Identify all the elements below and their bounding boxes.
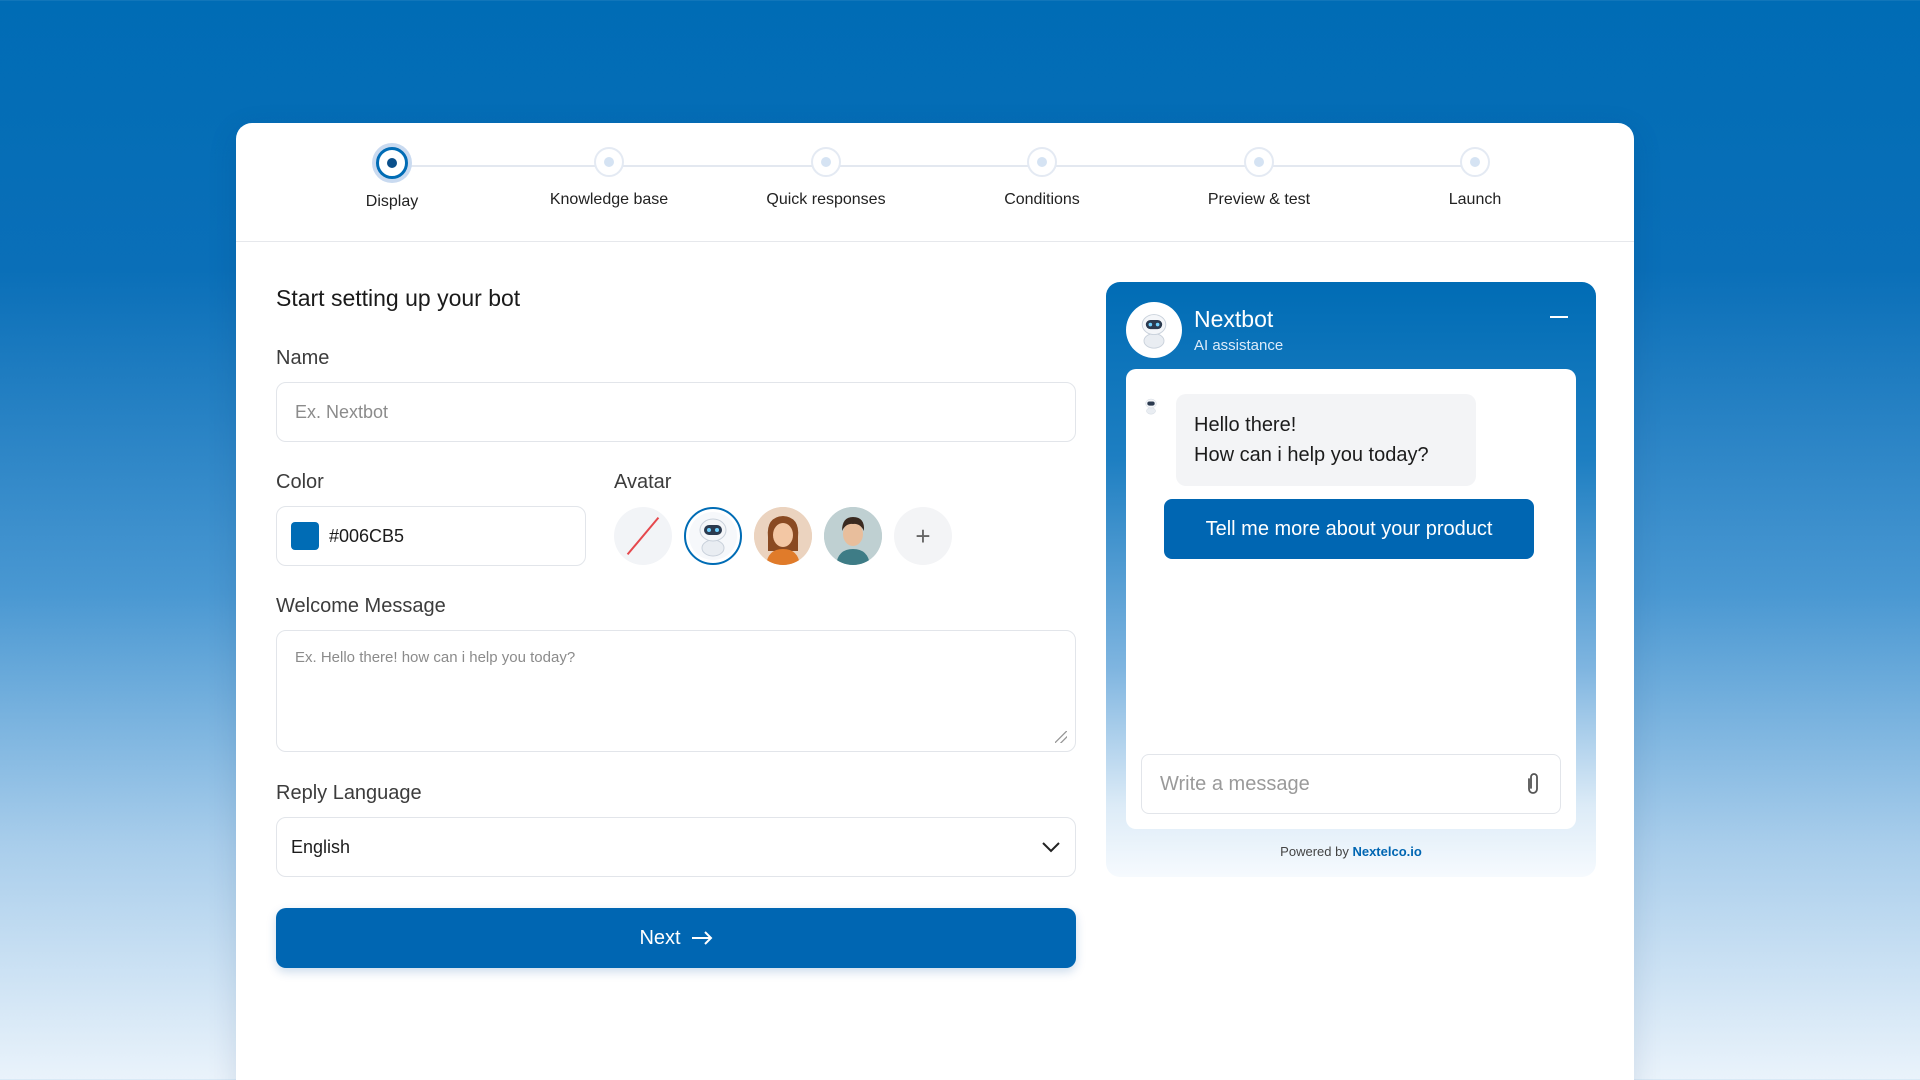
form-title: Start setting up your bot: [276, 285, 521, 311]
step-label: Conditions: [1004, 191, 1080, 208]
color-field-group: Color #006CB5: [276, 471, 586, 566]
welcome-label: Welcome Message: [276, 595, 446, 617]
avatar-none-option[interactable]: [614, 507, 672, 565]
step-indicator: [1244, 147, 1274, 177]
language-value: English: [291, 836, 351, 857]
message-input[interactable]: Write a message: [1141, 754, 1561, 814]
bot-avatar: [1126, 302, 1182, 358]
color-input[interactable]: #006CB5: [276, 506, 586, 566]
avatar-field-group: Avatar +: [614, 471, 1014, 566]
minimize-icon[interactable]: [1550, 316, 1568, 318]
powered-brand-link[interactable]: Nextelco.io: [1352, 844, 1421, 859]
user-message-bubble[interactable]: Tell me more about your product: [1164, 499, 1534, 559]
step-indicator: [811, 147, 841, 177]
paperclip-icon[interactable]: [1524, 771, 1542, 797]
plus-icon: +: [915, 520, 931, 551]
robot-icon: [1141, 314, 1167, 349]
bot-message-line: How can i help you today?: [1194, 444, 1429, 466]
next-label: Next: [639, 926, 681, 949]
chat-body: Hello there! How can i help you today? T…: [1126, 369, 1576, 829]
welcome-field-group: Welcome Message Ex. Hello there! how can…: [276, 595, 1076, 752]
step-knowledge-base[interactable]: Knowledge base: [509, 147, 709, 209]
avatar-label: Avatar: [614, 471, 672, 493]
color-label: Color: [276, 471, 324, 493]
color-swatch[interactable]: [291, 522, 319, 550]
avatar-woman-option[interactable]: [754, 507, 812, 565]
bot-message-bubble: Hello there! How can i help you today?: [1176, 394, 1476, 486]
bot-setup-form: Start setting up your bot Name Ex. Nextb…: [276, 285, 1076, 968]
name-input[interactable]: Ex. Nextbot: [276, 382, 1076, 442]
name-field-group: Name Ex. Nextbot: [276, 347, 1076, 442]
step-launch[interactable]: Launch: [1375, 147, 1575, 209]
step-label: Launch: [1448, 191, 1502, 208]
chat-header: Nextbot AI assistance: [1126, 302, 1576, 358]
avatar-man-option[interactable]: [824, 507, 882, 565]
bot-identity: Nextbot AI assistance: [1194, 306, 1283, 354]
welcome-message-textarea[interactable]: Ex. Hello there! how can i help you toda…: [276, 630, 1076, 752]
step-conditions[interactable]: Conditions: [942, 147, 1142, 209]
woman-avatar-icon: [754, 507, 812, 565]
avatar-robot-option[interactable]: [684, 507, 742, 565]
language-select[interactable]: English: [276, 817, 1076, 877]
robot-icon: [699, 518, 727, 557]
name-placeholder: Ex. Nextbot: [295, 401, 389, 422]
step-label: Display: [365, 193, 419, 210]
language-field-group: Reply Language English: [276, 782, 1076, 877]
welcome-placeholder: Ex. Hello there! how can i help you toda…: [295, 649, 576, 666]
chevron-down-icon: [1042, 842, 1060, 853]
powered-prefix: Powered by: [1280, 844, 1349, 859]
step-label: Preview & test: [1207, 191, 1311, 208]
arrow-right-icon: [691, 931, 712, 945]
setup-card: Display Knowledge base Quick responses C…: [236, 123, 1634, 1080]
bot-message-line: Hello there!: [1194, 414, 1297, 436]
next-button[interactable]: Next: [276, 908, 1076, 968]
step-indicator: [594, 147, 624, 177]
robot-icon: [1145, 398, 1157, 415]
user-message-text: Tell me more about your product: [1205, 517, 1493, 540]
step-indicator-active: [376, 147, 408, 179]
bot-subtitle: AI assistance: [1194, 337, 1284, 354]
chat-preview: Nextbot AI assistance Hello there! How c…: [1106, 282, 1596, 877]
stepper: Display Knowledge base Quick responses C…: [236, 123, 1634, 242]
bot-name: Nextbot: [1194, 306, 1274, 332]
message-placeholder: Write a message: [1160, 772, 1310, 795]
step-label: Quick responses: [766, 191, 886, 208]
powered-by: Powered by Nextelco.io: [1106, 844, 1596, 859]
add-avatar-button[interactable]: +: [894, 507, 952, 565]
language-label: Reply Language: [276, 782, 422, 804]
avatar-options: +: [614, 506, 1014, 566]
step-label: Knowledge base: [549, 191, 669, 208]
step-indicator: [1027, 147, 1057, 177]
bot-message-avatar: [1142, 397, 1160, 420]
resize-handle-icon[interactable]: [1055, 731, 1067, 743]
name-label: Name: [276, 347, 330, 369]
man-avatar-icon: [824, 507, 882, 565]
step-display[interactable]: Display: [292, 147, 492, 211]
color-value: #006CB5: [329, 525, 405, 546]
step-preview-test[interactable]: Preview & test: [1159, 147, 1359, 209]
step-indicator: [1460, 147, 1490, 177]
step-quick-responses[interactable]: Quick responses: [726, 147, 926, 209]
